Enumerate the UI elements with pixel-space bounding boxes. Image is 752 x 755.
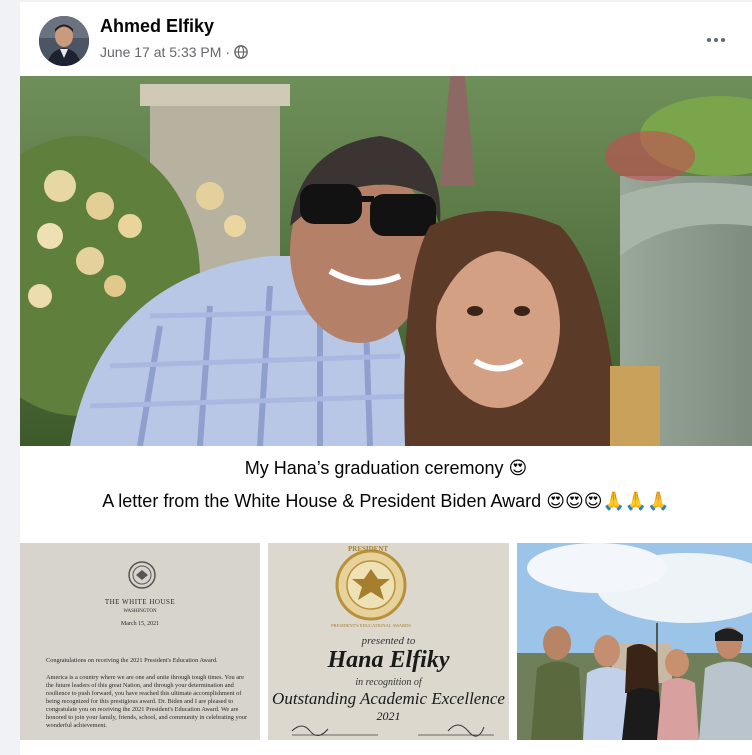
post-caption: My Hana’s graduation ceremony 😍 A letter… bbox=[20, 452, 752, 518]
letter-paragraph-1: Congratulations on receiving the 2021 Pr… bbox=[46, 657, 218, 664]
post-card: Ahmed Elfiky June 17 at 5:33 PM · My Han… bbox=[20, 2, 752, 755]
caption-line-2-emoji: 😍😍😍🙏🙏🙏 bbox=[546, 491, 670, 512]
photo-certificate[interactable]: PRESIDENT PRESIDENT'S EDUCATIONAL AWARDS… bbox=[268, 543, 509, 740]
cert-name: Hana Elfiky bbox=[327, 647, 450, 673]
timestamp[interactable]: June 17 at 5:33 PM bbox=[100, 44, 221, 60]
photo-family[interactable] bbox=[517, 543, 752, 740]
cert-recognition: in recognition of bbox=[355, 677, 422, 688]
photo-grid: THE WHITE HOUSE WASHINGTON March 15, 202… bbox=[20, 543, 752, 740]
caption-line-1-emoji: 😍 bbox=[508, 458, 528, 479]
signature-lines bbox=[291, 724, 494, 737]
presidential-seal-icon bbox=[128, 561, 156, 589]
author-name[interactable]: Ahmed Elfiky bbox=[100, 16, 214, 37]
post-header: Ahmed Elfiky June 17 at 5:33 PM · bbox=[20, 2, 752, 76]
letter-date: March 15, 2021 bbox=[120, 621, 160, 627]
cert-presented: presented to bbox=[361, 635, 416, 647]
caption-line-2: A letter from the White House & Presiden… bbox=[20, 485, 752, 518]
seal-ring-text: PRESIDENT'S EDUCATIONAL AWARDS bbox=[331, 623, 411, 628]
seal-top-text: PRESIDENT bbox=[348, 545, 389, 553]
caption-line-2-text: A letter from the White House & Presiden… bbox=[102, 491, 542, 511]
more-options-icon[interactable] bbox=[700, 24, 732, 56]
caption-line-1-text: My Hana’s graduation ceremony bbox=[244, 458, 504, 478]
letter-header: THE WHITE HOUSE bbox=[104, 598, 176, 606]
post-meta: June 17 at 5:33 PM · bbox=[100, 44, 248, 60]
letter-subheader: WASHINGTON bbox=[123, 609, 157, 614]
cert-award: Outstanding Academic Excellence bbox=[272, 689, 505, 708]
meta-separator: · bbox=[225, 44, 231, 60]
award-seal-icon bbox=[335, 549, 407, 621]
photo-letter[interactable]: THE WHITE HOUSE WASHINGTON March 15, 202… bbox=[20, 543, 260, 740]
caption-line-1: My Hana’s graduation ceremony 😍 bbox=[20, 452, 752, 485]
avatar[interactable] bbox=[39, 16, 89, 66]
globe-icon[interactable] bbox=[234, 45, 248, 59]
post-photo-main[interactable] bbox=[20, 76, 752, 446]
letter-paragraph-2: America is a country where we are one an… bbox=[46, 674, 248, 729]
